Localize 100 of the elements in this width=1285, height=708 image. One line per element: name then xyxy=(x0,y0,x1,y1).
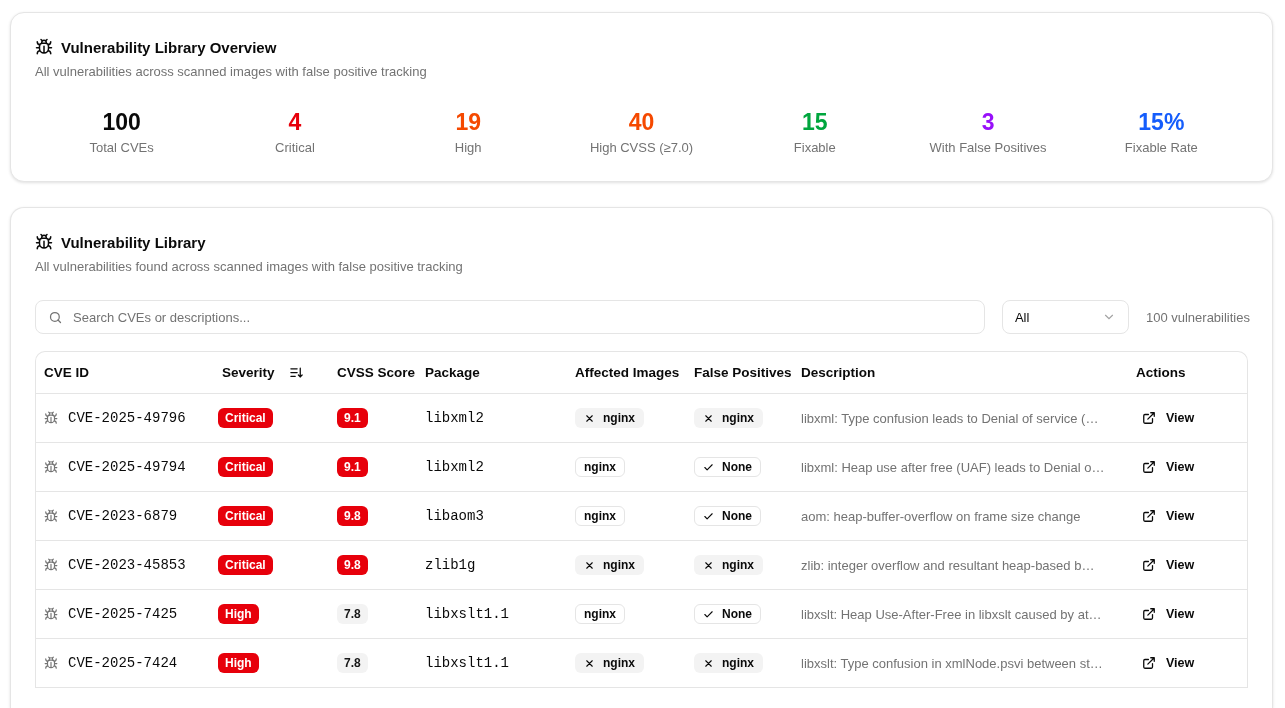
cvss-score: 9.1 xyxy=(337,457,368,477)
false-positive-tag: nginx xyxy=(694,555,763,575)
false-positive-tag: nginx xyxy=(694,653,763,673)
cve-id: CVE-2025-49794 xyxy=(68,459,186,475)
package-name: libxml2 xyxy=(425,459,484,475)
sort-column-header[interactable]: Severity xyxy=(210,361,316,384)
severity-badge: Critical xyxy=(218,408,273,428)
description-text: aom: heap-buffer-overflow on frame size change xyxy=(801,508,1081,524)
column-header: Actions xyxy=(1136,365,1186,380)
column-header: Description xyxy=(801,365,876,380)
image-tag: nginx xyxy=(575,555,644,575)
description-text: libxml: Heap use after free (UAF) leads to Denial o… xyxy=(801,459,1105,475)
view-button[interactable]: View xyxy=(1136,652,1201,674)
check-icon xyxy=(703,510,714,522)
cve-id: CVE-2025-7425 xyxy=(68,606,178,622)
package-name: libaom3 xyxy=(425,508,484,524)
stat-label: Fixable Rate xyxy=(1124,140,1198,155)
search-icon xyxy=(48,309,63,325)
external-link-icon xyxy=(1142,558,1156,572)
view-button[interactable]: View xyxy=(1136,554,1201,576)
description-text: libxslt: Heap Use-After-Free in libxslt caused by at… xyxy=(801,606,1102,622)
view-button[interactable]: View xyxy=(1136,407,1201,429)
stat-value: 3 xyxy=(981,109,995,136)
image-tag: nginx xyxy=(575,604,625,624)
cvss-score: 9.1 xyxy=(337,408,368,428)
severity-badge: Critical xyxy=(218,457,273,477)
column-header: CVSS Score xyxy=(337,365,416,380)
image-tag: nginx xyxy=(575,457,625,477)
x-icon xyxy=(703,412,714,424)
stat-label: High xyxy=(454,140,482,155)
stat-label: Total CVEs xyxy=(89,140,154,155)
check-icon xyxy=(703,461,714,473)
x-icon xyxy=(703,657,714,669)
bug-icon xyxy=(44,509,58,523)
card-subtitle: All vulnerabilities across scanned images with false positive tracking xyxy=(35,64,428,79)
false-positive-tag: None xyxy=(694,604,761,624)
card-title: Vulnerability Library xyxy=(61,233,206,251)
stat-value: 40 xyxy=(628,109,655,136)
false-positive-tag: None xyxy=(694,506,761,526)
stat-label: High CVSS (≥7.0) xyxy=(589,140,694,155)
column-header: False Positives xyxy=(694,365,792,380)
false-positive-tag: nginx xyxy=(694,408,763,428)
cve-id: CVE-2023-45853 xyxy=(68,557,186,573)
image-tag: nginx xyxy=(575,653,644,673)
column-header: CVE ID xyxy=(44,365,89,380)
package-name: zlib1g xyxy=(425,557,476,573)
x-icon xyxy=(584,657,595,669)
view-button[interactable]: View xyxy=(1136,456,1201,478)
package-name: libxslt1.1 xyxy=(425,606,509,622)
stat-value: 15% xyxy=(1138,109,1185,136)
description-text: zlib: integer overflow and resultant heap-based b… xyxy=(801,557,1095,573)
check-icon xyxy=(703,608,714,620)
bug-icon xyxy=(44,460,58,474)
bug-icon xyxy=(44,411,58,425)
stat-value: 19 xyxy=(455,109,481,136)
cve-id: CVE-2025-49796 xyxy=(68,410,186,426)
cvss-score: 9.8 xyxy=(337,506,368,526)
external-link-icon xyxy=(1142,607,1156,621)
x-icon xyxy=(584,412,595,424)
description-text: libxslt: Type confusion in xmlNode.psvi between st… xyxy=(801,655,1103,671)
bug-icon xyxy=(44,607,58,621)
column-header: Affected Images xyxy=(575,365,680,380)
image-tag: nginx xyxy=(575,408,644,428)
severity-badge: Critical xyxy=(218,506,273,526)
filter-dropdown[interactable]: All xyxy=(1001,300,1129,334)
cvss-score: 7.8 xyxy=(337,653,368,673)
column-header: Package xyxy=(425,365,480,380)
x-icon xyxy=(703,559,714,571)
cve-id: CVE-2023-6879 xyxy=(68,508,178,524)
stat-label: Critical xyxy=(275,140,315,155)
view-button[interactable]: View xyxy=(1136,505,1201,527)
x-icon xyxy=(584,559,595,571)
package-name: libxml2 xyxy=(425,410,484,426)
result-count: 100 vulnerabilities xyxy=(1145,309,1250,325)
stat-label: Fixable xyxy=(793,140,836,155)
external-link-icon xyxy=(1142,509,1156,523)
cvss-score: 9.8 xyxy=(337,555,368,575)
cve-id: CVE-2025-7424 xyxy=(68,655,178,671)
view-button[interactable]: View xyxy=(1136,603,1201,625)
stat-label: With False Positives xyxy=(929,140,1047,155)
stat-value: 15 xyxy=(802,109,828,136)
cvss-score: 7.8 xyxy=(337,604,368,624)
bug-icon xyxy=(44,656,58,670)
description-text: libxml: Type confusion leads to Denial of service (… xyxy=(801,410,1099,426)
false-positive-tag: None xyxy=(694,457,761,477)
bug-icon xyxy=(35,233,53,251)
sort-icon xyxy=(288,365,304,380)
severity-badge: Critical xyxy=(218,555,273,575)
external-link-icon xyxy=(1142,460,1156,474)
external-link-icon xyxy=(1142,411,1156,425)
external-link-icon xyxy=(1142,656,1156,670)
severity-badge: High xyxy=(218,653,259,673)
severity-badge: High xyxy=(218,604,259,624)
card-subtitle: All vulnerabilities found across scanned images with false positive tracking xyxy=(35,259,464,274)
package-name: libxslt1.1 xyxy=(425,655,509,671)
bug-icon xyxy=(44,558,58,572)
stat-value: 100 xyxy=(102,109,141,136)
image-tag: nginx xyxy=(575,506,625,526)
stat-value: 4 xyxy=(288,109,302,136)
card-title: Vulnerability Library Overview xyxy=(61,38,277,56)
